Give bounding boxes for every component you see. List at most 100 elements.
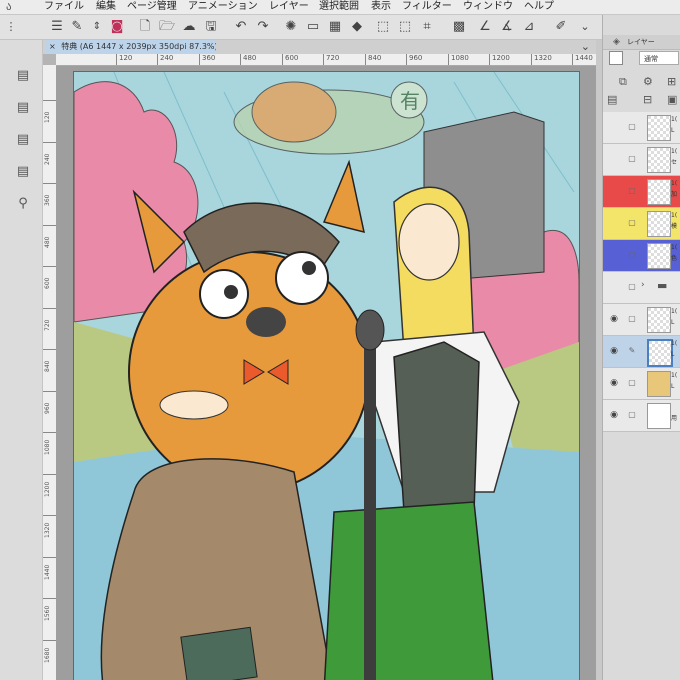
- lock-icon[interactable]: ▢: [627, 218, 637, 228]
- layer-row[interactable]: ◉ ▢ 1( L: [603, 304, 680, 336]
- edit-icon[interactable]: ✎: [68, 18, 86, 36]
- layer-panel-tab[interactable]: レイヤー ◈: [603, 35, 680, 50]
- fill-icon[interactable]: ▦: [326, 18, 344, 36]
- chevron-down-icon[interactable]: ⌄: [581, 40, 590, 54]
- lock-icon[interactable]: ▢: [627, 186, 637, 196]
- ruler-tick: 120: [44, 111, 51, 123]
- up-down-icon[interactable]: ⇕: [88, 18, 106, 36]
- panel-icon[interactable]: ▤: [15, 100, 31, 116]
- menu-page-management[interactable]: ページ管理: [127, 0, 177, 14]
- pen-icon[interactable]: ✎: [627, 346, 637, 356]
- ruler-tick: 1200: [489, 54, 510, 65]
- left-tool-rail: ▤ ▤ ▤ ▤ ⚲: [0, 40, 43, 680]
- lock-icon[interactable]: ▢: [627, 154, 637, 164]
- new-layer-icon[interactable]: ⧉: [619, 75, 627, 89]
- ruler-tick: 240: [157, 54, 173, 65]
- ruler-tick: 1320: [531, 54, 552, 65]
- lock-icon[interactable]: ▢: [627, 250, 637, 260]
- ruler-snap-icon[interactable]: ∠: [476, 18, 494, 36]
- hamburger-menu-icon[interactable]: ☰: [48, 18, 66, 36]
- layer-row[interactable]: ▢ 1( L: [603, 112, 680, 144]
- lock-icon[interactable]: ▢: [627, 282, 637, 292]
- ruler-tick: 1200: [44, 481, 51, 497]
- panel-icon[interactable]: ▤: [15, 164, 31, 180]
- app-logo-icon[interactable]: ა: [6, 0, 12, 14]
- blend-mode-select[interactable]: 通常: [639, 51, 679, 65]
- menu-layer[interactable]: レイヤー: [269, 0, 309, 14]
- visibility-off-icon[interactable]: [609, 154, 619, 164]
- undo-icon[interactable]: ↶: [232, 18, 250, 36]
- reference-icon[interactable]: ▣: [667, 93, 677, 106]
- menu-edit[interactable]: 編集: [96, 0, 116, 14]
- clear-icon[interactable]: ▭: [304, 18, 322, 36]
- panel-icon[interactable]: ▤: [15, 68, 31, 84]
- loading-icon[interactable]: ✺: [282, 18, 300, 36]
- record-icon[interactable]: ◙: [108, 18, 126, 36]
- grid-icon[interactable]: ▩: [450, 18, 468, 36]
- menu-window[interactable]: ウィンドウ: [463, 0, 513, 14]
- ruler-tick: 840: [44, 360, 51, 372]
- document-tab[interactable]: × 特典 (A6 1447 x 2039px 350dpi 87.3%): [46, 40, 216, 54]
- eye-icon[interactable]: ◉: [609, 314, 619, 324]
- layer-thumbnail: [647, 339, 673, 367]
- open-folder-icon[interactable]: 🗁: [158, 18, 176, 36]
- layer-row-red[interactable]: ▢ 1( 加: [603, 176, 680, 208]
- layer-row[interactable]: ▢ 1( セ: [603, 144, 680, 176]
- ruler-tick: 1560: [44, 605, 51, 621]
- visibility-off-icon[interactable]: [609, 250, 619, 260]
- layer-row-yellow[interactable]: ▢ 1( 模: [603, 208, 680, 240]
- settings-icon[interactable]: ⚙: [643, 75, 653, 88]
- ruler-tick: 1440: [44, 564, 51, 580]
- grid-snap-icon[interactable]: ⊿: [520, 18, 538, 36]
- menu-file[interactable]: ファイル: [44, 0, 84, 14]
- layer-row-blue[interactable]: ▢ 1( 色: [603, 240, 680, 272]
- menu-view[interactable]: 表示: [371, 0, 391, 14]
- layer-folder-row[interactable]: ▢ › ▬: [603, 272, 680, 304]
- layer-sub: セ: [671, 159, 678, 166]
- layer-list-icon[interactable]: ▤: [607, 93, 617, 106]
- close-tab-icon[interactable]: ×: [46, 42, 59, 51]
- visibility-off-icon[interactable]: [609, 218, 619, 228]
- eye-icon[interactable]: ◉: [609, 346, 619, 356]
- lock-icon[interactable]: ▢: [627, 314, 637, 324]
- redo-icon[interactable]: ↷: [254, 18, 272, 36]
- person-icon[interactable]: ⚲: [15, 196, 31, 212]
- new-file-icon[interactable]: 🗋: [136, 18, 154, 36]
- lock-icon[interactable]: ▢: [627, 410, 637, 420]
- mask-icon[interactable]: ⊟: [643, 93, 652, 106]
- visibility-off-icon[interactable]: [609, 282, 619, 292]
- ruler-icon[interactable]: ⊞: [667, 75, 676, 88]
- canvas-area[interactable]: 有: [56, 66, 596, 680]
- chevron-down-icon[interactable]: ⌄: [576, 18, 594, 36]
- command-toolbar: ⋮ ☰ ✎ ⇕ ◙ 🗋 🗁 ☁ 🖫 ↶ ↷ ✺ ▭ ▦ ◆ ⬚ ⬚ ⌗ ▩ ∠ …: [0, 15, 680, 40]
- lock-icon[interactable]: ▢: [627, 378, 637, 388]
- brush-icon[interactable]: ✐: [552, 18, 570, 36]
- sidebar-toggle-icon[interactable]: ⋮: [2, 18, 20, 36]
- menu-selection[interactable]: 選択範囲: [319, 0, 359, 14]
- eye-icon[interactable]: ◉: [609, 378, 619, 388]
- crop-icon[interactable]: ⌗: [418, 18, 436, 36]
- eye-icon[interactable]: ◉: [609, 410, 619, 420]
- paint-bucket-icon[interactable]: ◆: [348, 18, 366, 36]
- artwork-canvas[interactable]: 有: [74, 72, 579, 680]
- menu-help[interactable]: ヘルプ: [524, 0, 554, 14]
- deselect-icon[interactable]: ⬚: [374, 18, 392, 36]
- chevron-right-icon[interactable]: ›: [641, 280, 645, 290]
- visibility-off-icon[interactable]: [609, 122, 619, 132]
- menu-animation[interactable]: アニメーション: [188, 0, 258, 14]
- special-ruler-icon[interactable]: ∡: [498, 18, 516, 36]
- layer-row-paper[interactable]: ◉ ▢ 用: [603, 400, 680, 432]
- save-icon[interactable]: 🖫: [202, 18, 220, 36]
- layer-row[interactable]: ◉ ▢ 1( L: [603, 368, 680, 400]
- document-tab-title: 特典 (A6 1447 x 2039px 350dpi 87.3%): [61, 42, 216, 51]
- lock-icon[interactable]: ▢: [627, 122, 637, 132]
- cloud-save-icon[interactable]: ☁: [180, 18, 198, 36]
- menu-filter[interactable]: フィルター: [402, 0, 452, 14]
- layer-property-icon[interactable]: [609, 51, 623, 65]
- layer-name: 1(: [671, 340, 678, 347]
- visibility-off-icon[interactable]: [609, 186, 619, 196]
- ruler-tick: 360: [199, 54, 215, 65]
- panel-icon[interactable]: ▤: [15, 132, 31, 148]
- invert-selection-icon[interactable]: ⬚: [396, 18, 414, 36]
- layer-row-selected[interactable]: ◉ ✎ 1( L: [603, 336, 680, 368]
